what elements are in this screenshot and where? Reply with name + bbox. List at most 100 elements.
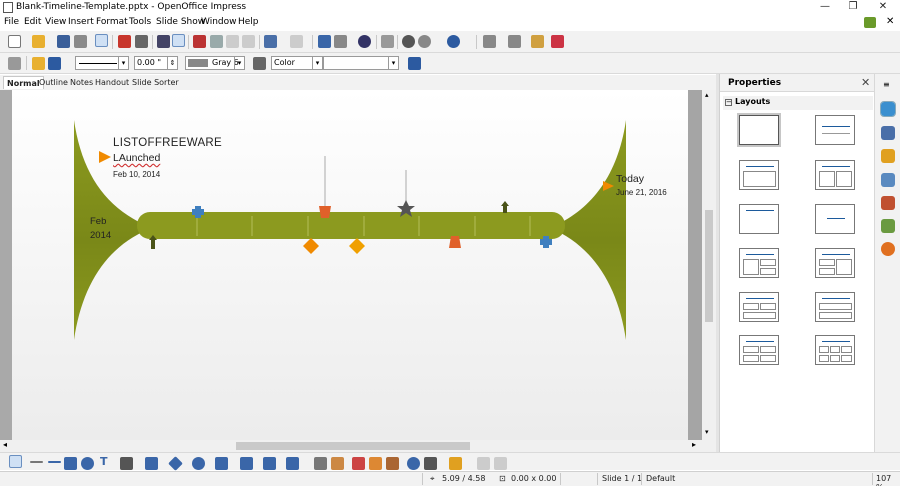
layout-title-slide[interactable] xyxy=(815,115,855,145)
open-icon[interactable] xyxy=(32,35,45,48)
rectangle-icon[interactable] xyxy=(64,457,77,470)
slide-show-icon[interactable] xyxy=(551,35,564,48)
gallery-tab-icon[interactable] xyxy=(881,219,895,233)
block-arrows-icon[interactable] xyxy=(215,457,228,470)
slide-start-label-1[interactable]: Feb xyxy=(90,216,106,227)
layout-title-content[interactable] xyxy=(739,160,779,190)
stars-icon[interactable] xyxy=(286,457,299,470)
slide-start-label-2[interactable]: 2014 xyxy=(90,230,111,241)
properties-tab-icon[interactable] xyxy=(880,101,896,117)
scroll-right-icon[interactable]: ▸ xyxy=(692,440,696,449)
slide-design-icon[interactable] xyxy=(531,35,544,48)
layout-title-2-content-content[interactable] xyxy=(739,248,779,278)
tab-outline[interactable]: Outline xyxy=(36,76,71,89)
points-icon[interactable] xyxy=(314,457,327,470)
basic-shapes-icon[interactable] xyxy=(168,456,183,471)
arrow-tool-icon[interactable] xyxy=(48,461,61,463)
undo-icon[interactable] xyxy=(264,35,277,48)
copy-icon[interactable] xyxy=(210,35,223,48)
grid-icon[interactable] xyxy=(381,35,394,48)
area-icon[interactable] xyxy=(253,57,266,70)
slide-subheading[interactable]: LAunched xyxy=(113,152,160,164)
flowchart-icon[interactable] xyxy=(240,457,253,470)
status-zoom[interactable]: 107 % xyxy=(876,474,900,486)
layout-title-4-content[interactable] xyxy=(739,335,779,365)
line-icon[interactable] xyxy=(32,57,45,70)
help-icon[interactable] xyxy=(447,35,460,48)
minimize-icon[interactable]: — xyxy=(810,0,840,14)
layout-title-only[interactable] xyxy=(739,204,779,234)
sidebar-menu-icon[interactable]: ≡ xyxy=(883,80,890,89)
paste-icon[interactable] xyxy=(226,35,239,48)
navigator-icon[interactable] xyxy=(402,35,415,48)
line-width-field[interactable]: 0.00 " ⇕ xyxy=(134,56,178,70)
rotate-icon[interactable] xyxy=(407,457,420,470)
export-pdf-icon[interactable] xyxy=(118,35,131,48)
display-views-icon[interactable] xyxy=(483,35,496,48)
layout-title-content-2-content[interactable] xyxy=(815,248,855,278)
slide-canvas[interactable]: LISTOFFREEWARE LAunched Feb 10, 2014 Feb… xyxy=(12,90,688,440)
horizontal-scroll-thumb[interactable] xyxy=(236,442,470,450)
callouts-icon[interactable] xyxy=(263,457,276,470)
edit-file-icon[interactable] xyxy=(95,34,108,47)
toggle-extrusion-icon[interactable] xyxy=(494,457,507,470)
from-file-icon[interactable] xyxy=(369,457,382,470)
save-icon[interactable] xyxy=(57,35,70,48)
restore-icon[interactable]: ❐ xyxy=(838,0,868,14)
connector-icon[interactable] xyxy=(145,457,158,470)
new-icon[interactable] xyxy=(8,35,21,48)
spellcheck-icon[interactable] xyxy=(157,35,170,48)
print-icon[interactable] xyxy=(135,35,148,48)
align-icon[interactable] xyxy=(424,457,437,470)
format-paintbrush-icon[interactable] xyxy=(242,35,255,48)
shadow-icon[interactable] xyxy=(408,57,421,70)
arrange-icon[interactable] xyxy=(449,457,462,470)
status-master[interactable]: Default xyxy=(646,474,675,483)
tab-handout[interactable]: Handout xyxy=(92,76,132,89)
menu-tools[interactable]: Tools xyxy=(129,17,151,27)
line-style-select[interactable]: ▾ xyxy=(75,56,129,70)
master-pages-tab-icon[interactable] xyxy=(881,126,895,140)
menu-slide-show[interactable]: Slide Show xyxy=(156,17,205,27)
slide-end-date[interactable]: June 21, 2016 xyxy=(616,188,667,197)
tab-slide-sorter[interactable]: Slide Sorter xyxy=(129,76,182,89)
text-tool-icon[interactable]: T xyxy=(100,455,108,468)
layout-title-2-content-over[interactable] xyxy=(739,292,779,322)
gallery-icon[interactable] xyxy=(386,457,399,470)
cut-icon[interactable] xyxy=(193,35,206,48)
styles-icon[interactable] xyxy=(8,57,21,70)
navigator-tab-icon[interactable] xyxy=(881,242,895,256)
scroll-up-icon[interactable]: ▴ xyxy=(705,91,709,99)
close-window-icon[interactable]: ✕ xyxy=(868,0,898,14)
menu-window[interactable]: Window xyxy=(201,17,237,27)
close-sidebar-icon[interactable]: ✕ xyxy=(861,76,870,89)
transition-tab-icon[interactable] xyxy=(881,173,895,187)
mail-icon[interactable] xyxy=(74,35,87,48)
status-slide[interactable]: Slide 1 / 1 xyxy=(602,474,642,483)
menu-insert[interactable]: Insert xyxy=(68,17,94,27)
extrusion-icon[interactable] xyxy=(477,457,490,470)
slide-end-label[interactable]: Today xyxy=(616,173,644,185)
menu-file[interactable]: File xyxy=(4,17,19,27)
autospell-icon[interactable] xyxy=(172,34,185,47)
layouts-section-header[interactable]: − Layouts xyxy=(723,96,873,110)
update-icon[interactable] xyxy=(864,17,876,28)
area-style-select[interactable]: Color ▾ xyxy=(271,56,323,70)
layout-title-content-over-content[interactable] xyxy=(815,292,855,322)
collapse-icon[interactable]: − xyxy=(725,99,732,106)
menu-format[interactable]: Format xyxy=(96,17,128,27)
scroll-left-icon[interactable]: ◂ xyxy=(3,440,7,449)
menu-help[interactable]: Help xyxy=(238,17,259,27)
styles-tab-icon[interactable] xyxy=(881,196,895,210)
fontwork-icon[interactable] xyxy=(352,457,365,470)
layout-title-6-content[interactable] xyxy=(815,335,855,365)
curve-icon[interactable] xyxy=(120,457,133,470)
layout-title-2-content[interactable] xyxy=(815,160,855,190)
zoom-icon[interactable] xyxy=(418,35,431,48)
symbol-shapes-icon[interactable] xyxy=(192,457,205,470)
slide-date-left[interactable]: Feb 10, 2014 xyxy=(113,170,160,179)
layout-blank[interactable] xyxy=(737,113,781,147)
arrow-style-icon[interactable] xyxy=(48,57,61,70)
menu-view[interactable]: View xyxy=(45,17,66,27)
animation-tab-icon[interactable] xyxy=(881,149,895,163)
